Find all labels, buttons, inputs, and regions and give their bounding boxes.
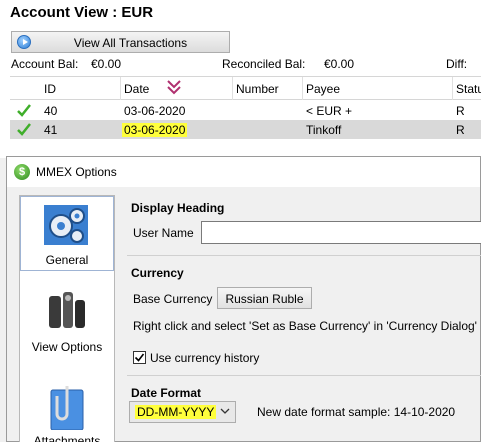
row-payee: < EUR + — [306, 104, 353, 118]
row-status: R — [456, 104, 465, 118]
use-currency-history-checkbox[interactable] — [133, 351, 146, 364]
options-content: Display Heading User Name Currency Base … — [119, 195, 481, 442]
dialog-title: MMEX Options — [36, 165, 117, 179]
row-date-highlighted: 03-06-2020 — [122, 123, 188, 137]
column-divider — [120, 77, 121, 100]
table-row-selected[interactable]: 41 03-06-2020 Tinkoff R — [10, 120, 481, 139]
use-currency-history-label[interactable]: Use currency history — [150, 351, 259, 365]
reconciled-bal-label: Reconciled Bal: — [222, 57, 306, 71]
section-display-heading: Display Heading — [131, 201, 225, 215]
section-divider — [127, 375, 481, 376]
sort-descending-icon[interactable] — [166, 79, 182, 97]
sidebar-item-general[interactable]: General — [20, 196, 114, 271]
date-format-sample: New date format sample: 14-10-2020 — [257, 405, 456, 419]
account-bal-value: €0.00 — [91, 57, 122, 71]
attachments-icon — [50, 386, 84, 430]
column-divider — [232, 77, 233, 100]
view-all-transactions-button[interactable]: View All Transactions — [11, 31, 230, 53]
account-view-panel: Account View : EUR View All Transactions… — [0, 0, 481, 158]
base-currency-button-label: Russian Ruble — [225, 292, 304, 306]
date-format-select[interactable]: DD-MM-YYYY — [129, 401, 236, 423]
column-header-number[interactable]: Number — [236, 82, 279, 96]
mmex-app-icon: $ — [14, 164, 30, 180]
sidebar-label-view-options: View Options — [31, 340, 103, 354]
view-all-transactions-label: View All Transactions — [73, 36, 188, 50]
row-id: 40 — [44, 104, 58, 118]
sidebar-label-general: General — [45, 253, 89, 267]
account-title: Account View : EUR — [10, 4, 154, 21]
user-name-input[interactable] — [201, 221, 481, 244]
row-status: R — [456, 123, 465, 137]
section-divider — [127, 255, 481, 256]
gears-icon — [44, 205, 88, 245]
sidebar-item-attachments[interactable]: Attachments — [20, 376, 114, 442]
checkmark-icon — [134, 353, 145, 362]
column-header-status[interactable]: Status — [456, 82, 481, 96]
mmex-options-dialog: $ MMEX Options General View Options Atta… — [6, 156, 481, 442]
sidebar-label-attachments: Attachments — [33, 434, 101, 442]
reconciled-bal-value: €0.00 — [324, 57, 355, 71]
base-currency-label: Base Currency — [133, 292, 213, 306]
section-currency: Currency — [131, 266, 184, 280]
currency-hint: Right click and select 'Set as Base Curr… — [133, 319, 477, 333]
column-divider — [452, 77, 453, 100]
date-format-selected: DD-MM-YYYY — [135, 405, 217, 419]
base-currency-button[interactable]: Russian Ruble — [217, 287, 312, 309]
row-date: 03-06-2020 — [124, 104, 186, 118]
column-header-date[interactable]: Date — [124, 82, 149, 96]
account-bal-label: Account Bal: — [11, 57, 79, 71]
row-payee: Tinkoff — [306, 123, 342, 137]
options-sidebar: General View Options Attachments — [19, 195, 115, 442]
column-divider — [302, 77, 303, 100]
row-id: 41 — [44, 123, 58, 137]
check-icon — [17, 123, 31, 136]
view-options-icon — [49, 292, 85, 328]
chevron-down-icon — [220, 408, 230, 414]
dialog-titlebar[interactable]: $ MMEX Options — [7, 157, 480, 187]
check-icon — [17, 104, 31, 117]
column-header-payee[interactable]: Payee — [306, 82, 340, 96]
transactions-header: ID Date Number Payee Status — [10, 76, 481, 100]
diff-label: Diff: — [446, 57, 468, 71]
sidebar-item-view-options[interactable]: View Options — [20, 280, 114, 360]
column-header-id[interactable]: ID — [44, 82, 56, 96]
user-name-label: User Name — [133, 226, 194, 240]
table-row[interactable]: 40 03-06-2020 < EUR + R — [10, 101, 481, 120]
section-date-format: Date Format — [131, 386, 202, 400]
